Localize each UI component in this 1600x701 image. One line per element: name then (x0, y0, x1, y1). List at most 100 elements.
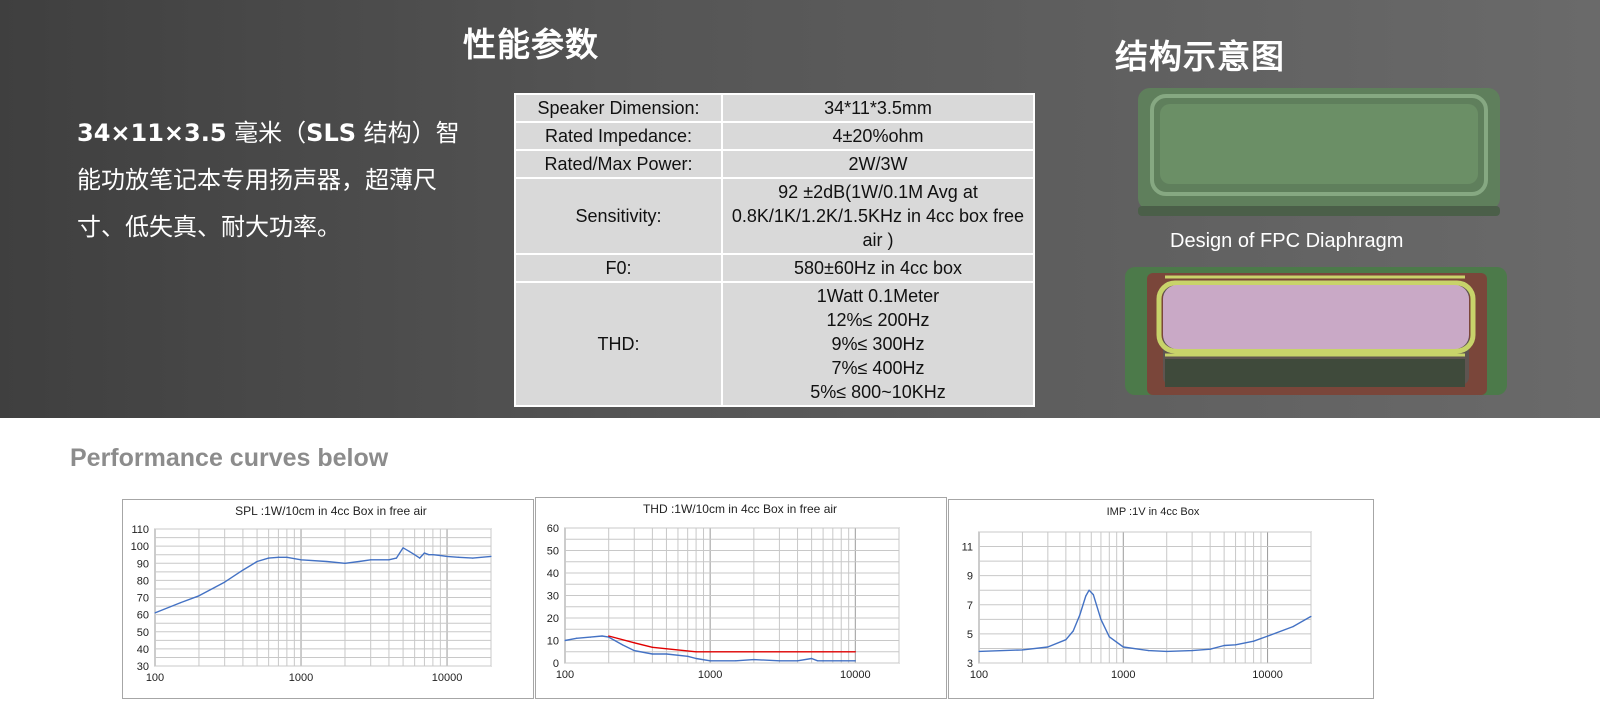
fpc-diaphragm-render-image (1125, 267, 1507, 395)
chart-title: THD :1W/10cm in 4cc Box in free air (643, 502, 837, 516)
spec-value: 92 ±2dB(1W/0.1M Avg at 0.8K/1K/1.2K/1.5KH… (721, 177, 1035, 255)
data-point (414, 554, 416, 556)
data-point (633, 650, 635, 652)
data-point (370, 559, 372, 561)
data-point (242, 569, 244, 571)
data-point (1234, 644, 1237, 646)
spec-value-line: air ) (862, 230, 894, 250)
data-point (439, 554, 441, 557)
data-point (1209, 648, 1211, 650)
data-point (651, 653, 653, 655)
spec-value-line: 2W/3W (848, 154, 908, 174)
y-tick-label: 7 (967, 600, 973, 612)
spec-value: 1Watt 0.1Meter 12%≤ 200Hz 9%≤ 300Hz 7%≤ 400… (721, 281, 1035, 407)
y-tick-label: 50 (137, 627, 149, 639)
structure-diagram-heading: 结构示意图 (1115, 37, 1285, 76)
data-point (651, 646, 653, 648)
data-point (665, 653, 668, 655)
spec-row: Sensitivity: 92 ±2dB(1W/0.1M Avg at 0.8K/1… (514, 177, 1035, 255)
data-point (286, 556, 288, 558)
y-tick-label: 50 (547, 546, 559, 558)
x-tick-label: 100 (146, 672, 164, 684)
data-point (840, 660, 842, 662)
data-point (268, 557, 270, 559)
spec-value-line: 4±20%ohm (832, 126, 924, 146)
data-point (796, 660, 799, 662)
data-point (1266, 635, 1269, 637)
y-tick-label: 60 (137, 610, 149, 622)
data-point (1122, 646, 1124, 648)
y-tick-label: 30 (547, 591, 559, 603)
data-point (1108, 636, 1110, 638)
data-point (1047, 646, 1049, 648)
x-tick-label: 100 (556, 669, 574, 681)
y-tick-label: 90 (137, 558, 149, 570)
y-tick-label: 100 (131, 541, 149, 553)
spec-label: THD: (514, 281, 723, 407)
spl-chart: SPL :1W/10cm in 4cc Box in free air 30 40 5… (122, 499, 534, 699)
data-point (326, 560, 328, 563)
performance-curves-title: Performance curves below (70, 444, 389, 472)
x-tick-label: 10000 (432, 672, 463, 684)
x-tick-label: 100 (970, 669, 988, 681)
data-point (695, 651, 697, 653)
y-tick-label: 9 (967, 571, 973, 583)
y-tick-label: 70 (137, 593, 149, 605)
chart-title: SPL :1W/10cm in 4cc Box in free air (235, 504, 427, 518)
data-point (1310, 615, 1312, 618)
spec-row: Speaker Dimension: 34*11*3.5mm (514, 93, 1035, 123)
spec-table: Speaker Dimension: 34*11*3.5mm Rated Imped… (514, 93, 1035, 407)
spec-value: 4±20%ohm (721, 121, 1035, 151)
y-tick-label: 10 (547, 636, 559, 648)
spec-value-line: 0.8K/1K/1.2K/1.5KHz in 4cc box free (731, 206, 1025, 226)
data-point (388, 559, 390, 561)
data-point (432, 554, 434, 556)
data-point (1072, 630, 1074, 632)
data-point (564, 639, 566, 642)
spec-value-line: 34*11*3.5mm (824, 98, 932, 118)
data-point (1021, 649, 1024, 651)
chart-svg: IMP :1V in 4cc Box357911100 1000 10000 (962, 506, 1312, 681)
data-point (395, 557, 398, 559)
fpc-diaphragm-label: Design of FPC Diaphragm (1170, 230, 1404, 252)
spec-label: Sensitivity: (514, 177, 723, 255)
intro-size: 34×11×3.5 (77, 119, 227, 147)
performance-parameters-heading: 性能参数 (463, 25, 599, 64)
data-point (1079, 614, 1081, 616)
speaker-top-render-image (1138, 88, 1500, 216)
spec-value-line: 5%≤ 800~10KHz (810, 382, 946, 402)
spec-value: 580±60Hz in 4cc box (721, 253, 1035, 283)
data-point (256, 560, 258, 563)
data-point (402, 547, 404, 549)
data-point (344, 562, 346, 564)
data-point (1092, 593, 1094, 596)
data-point (1166, 650, 1168, 652)
y-tick-label: 40 (547, 568, 559, 580)
spec-value-line: 12%≤ 200Hz (826, 310, 930, 330)
data-point (753, 659, 755, 661)
product-intro: 34×11×3.5 毫米（SLS 结构）智能功放笔记本专用扬声器，超薄尺寸、低失… (77, 110, 467, 251)
data-point (1292, 626, 1294, 628)
data-point (1191, 650, 1193, 652)
y-tick-label: 60 (547, 523, 559, 535)
data-point (490, 555, 492, 557)
data-point (601, 635, 603, 637)
x-tick-label: 10000 (1252, 669, 1283, 681)
spec-label: F0: (514, 253, 723, 283)
spec-value: 34*11*3.5mm (721, 93, 1035, 123)
data-point (687, 655, 689, 657)
data-point (180, 602, 182, 604)
y-tick-label: 110 (131, 524, 149, 536)
spec-row: F0: 580±60Hz in 4cc box (514, 253, 1035, 283)
data-point (1252, 640, 1255, 642)
thd-chart: THD :1W/10cm in 4cc Box in free air 0 10 20… (535, 497, 947, 699)
data-point (811, 657, 813, 660)
spec-row: Rated Impedance: 4±20%ohm (514, 121, 1035, 151)
chart-svg: THD :1W/10cm in 4cc Box in free air01020… (547, 502, 900, 681)
data-point (419, 557, 421, 559)
data-point (978, 650, 980, 652)
data-point (822, 660, 824, 662)
x-tick-label: 1000 (698, 669, 722, 681)
data-point (423, 552, 426, 554)
spec-label: Rated/Max Power: (514, 149, 723, 179)
